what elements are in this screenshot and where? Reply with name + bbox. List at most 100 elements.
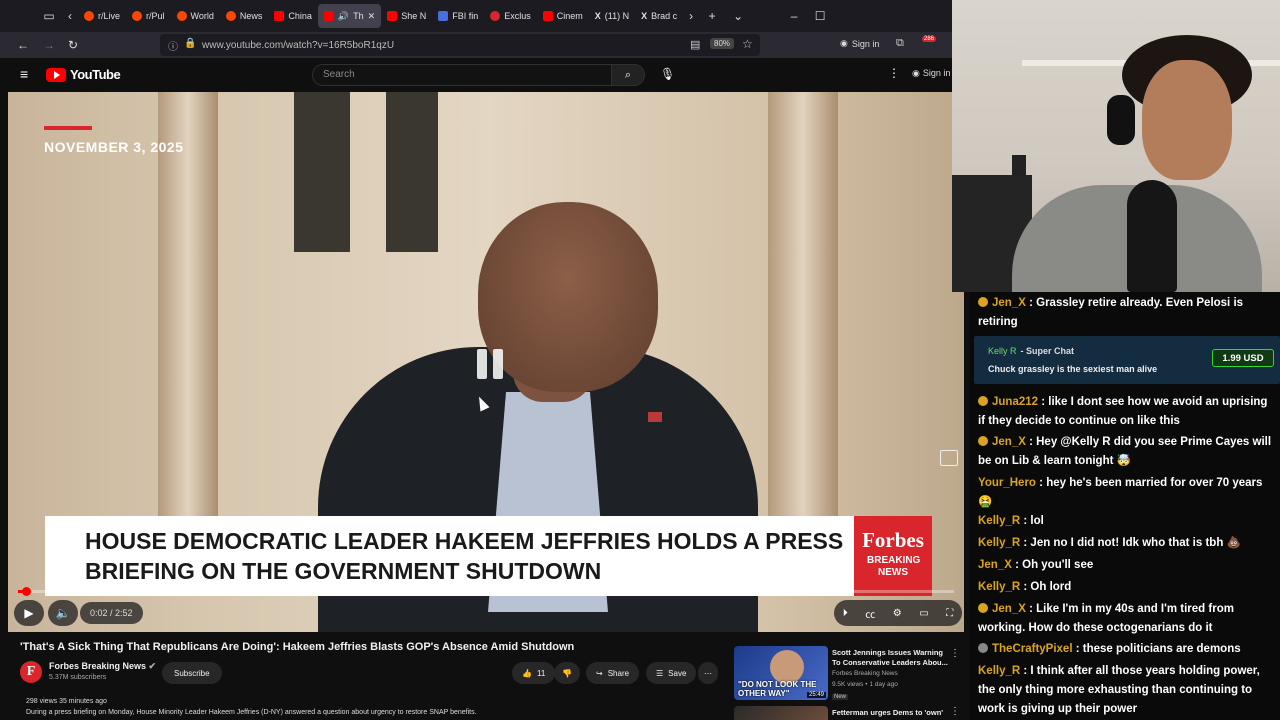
notification-count-badge[interactable]: 286 xyxy=(922,36,937,42)
reload-icon[interactable]: ↻ xyxy=(60,33,86,57)
tab-china[interactable]: China xyxy=(268,4,318,28)
youtube-header: ≡ YouTube Search ⌕ 🎙 ⋮ ◉ Sign in xyxy=(0,58,952,92)
tab-reddit-pul[interactable]: r/Pul xyxy=(126,4,171,28)
chat-message: Jen_X : Like I'm in my 40s and I'm tired… xyxy=(978,603,1234,634)
youtube-logo[interactable]: YouTube xyxy=(46,67,121,82)
streamer-webcam xyxy=(952,0,1280,292)
tab-she-n[interactable]: She N xyxy=(381,4,432,28)
channel-name[interactable]: Forbes Breaking News ✔ xyxy=(49,661,156,672)
tab-world[interactable]: World xyxy=(171,4,220,28)
more-options-icon[interactable]: ⋮ xyxy=(950,648,960,659)
save-button[interactable]: ☰ Save xyxy=(646,662,697,684)
recommendation-title[interactable]: Scott Jennings Issues Warning To Conserv… xyxy=(832,648,948,668)
autoplay-toggle-icon[interactable]: ⏵ xyxy=(843,608,848,619)
close-tab-icon[interactable]: ✕ xyxy=(368,11,376,22)
channel-avatar[interactable]: F xyxy=(20,661,42,683)
more-horizontal-icon: ⋯ xyxy=(704,668,712,678)
microphone-icon[interactable]: 🎙 xyxy=(660,67,675,81)
progress-bar[interactable] xyxy=(18,590,954,593)
tab-current-video[interactable]: 🔊 Th ✕ xyxy=(317,4,382,28)
chat-message: Jen_X : Hey @Kelly R did you see Prime C… xyxy=(978,436,1272,467)
chat-message: Juna212 : like I dont see how we avoid a… xyxy=(978,396,1268,427)
tab-reddit-live[interactable]: r/Live xyxy=(78,4,126,28)
headphones xyxy=(1107,95,1135,145)
youtube-sign-in-button[interactable]: ◉ Sign in xyxy=(912,68,950,79)
reader-view-icon[interactable]: ▤ xyxy=(690,38,700,51)
time-display: 0:02 / 2:52 xyxy=(80,602,143,624)
back-icon[interactable]: ← xyxy=(10,33,36,57)
tab-cinem[interactable]: Cinem xyxy=(537,4,589,28)
recommendation-card[interactable]: "DO NOT LOOK THE OTHER WAY" 25:49 Scott … xyxy=(734,646,964,702)
subtitles-icon[interactable]: ㏄ xyxy=(865,606,875,621)
extensions-icon[interactable]: ⧉ xyxy=(896,37,904,50)
video-player[interactable]: NOVEMBER 3, 2025 HOUSE DEMOCRATIC LEADER… xyxy=(8,92,964,632)
video-description[interactable]: During a press briefing on Monday, House… xyxy=(26,709,477,716)
hamburger-menu-icon[interactable]: ≡ xyxy=(20,66,28,82)
subscriber-count: 5.37M subscribers xyxy=(49,674,107,681)
list-tabs-icon[interactable]: ⌄ xyxy=(725,4,751,28)
recommendation-thumbnail[interactable]: "DO NOT LOOK THE OTHER WAY" 25:49 xyxy=(734,646,828,700)
chat-message: Kelly_R : Jen no I did not! Idk who that… xyxy=(978,537,1241,549)
tab-x-2[interactable]: X Brad c xyxy=(635,4,683,28)
member-badge-icon xyxy=(978,297,988,307)
share-button[interactable]: ↪ Share xyxy=(586,662,640,684)
forward-icon[interactable]: → xyxy=(36,33,62,57)
bookmark-star-icon[interactable]: ☆ xyxy=(742,37,753,51)
reddit-icon xyxy=(84,11,94,21)
video-duration: 25:49 xyxy=(806,692,826,698)
tab-scroll-left-icon[interactable]: ‹ xyxy=(62,4,78,28)
minimize-icon[interactable]: – xyxy=(781,4,807,28)
thumbs-up-icon: 👍 xyxy=(522,668,532,678)
lower-third-headline: HOUSE DEMOCRATIC LEADER HAKEEM JEFFRIES … xyxy=(85,528,844,584)
mute-button[interactable]: 🔈 xyxy=(48,600,78,626)
new-tab-icon[interactable]: + xyxy=(699,4,725,28)
streamer-face xyxy=(1142,60,1232,180)
search-button[interactable]: ⌕ xyxy=(611,64,645,86)
tab-news[interactable]: News xyxy=(220,4,269,28)
more-actions-button[interactable]: ⋯ xyxy=(698,662,718,684)
thumbnail-face xyxy=(770,650,804,684)
views-and-time: 298 views 35 minutes ago xyxy=(26,698,107,705)
more-options-icon[interactable]: ⋮ xyxy=(950,706,960,717)
more-options-icon[interactable]: ⋮ xyxy=(888,66,900,80)
dislike-button[interactable]: 👎 xyxy=(554,662,580,684)
settings-gear-icon[interactable]: ⚙ xyxy=(893,608,902,619)
like-button[interactable]: 👍 11 xyxy=(512,662,556,684)
background-pillar xyxy=(158,92,218,522)
recommendation-thumbnail[interactable] xyxy=(734,706,828,720)
recommendation-card[interactable]: Fetterman urges Dems to 'own' ⋮ xyxy=(734,706,964,720)
zoom-level[interactable]: 80% xyxy=(710,38,735,49)
fullscreen-icon[interactable]: ⛶ xyxy=(946,608,953,619)
verified-icon: ✔ xyxy=(148,661,157,671)
browser-sign-in-button[interactable]: ◉ Sign in xyxy=(840,38,879,49)
member-badge-icon xyxy=(978,643,988,653)
tab-overview-icon[interactable]: ▭ xyxy=(36,4,62,28)
address-bar[interactable]: ⓘ 🔒 www.youtube.com/watch?v=16R5boR1qzU xyxy=(160,34,760,56)
play-icon: ▶ xyxy=(24,606,34,620)
play-button[interactable]: ▶ xyxy=(14,600,44,626)
video-title: 'That's A Sick Thing That Republicans Ar… xyxy=(20,641,575,653)
new-badge: New xyxy=(832,694,849,700)
search-input[interactable]: Search xyxy=(312,64,612,86)
tab-fbi[interactable]: FBI fin xyxy=(432,4,484,28)
search-icon: ⌕ xyxy=(624,68,632,81)
progress-scrubber[interactable] xyxy=(22,587,31,596)
subscribe-button[interactable]: Subscribe xyxy=(162,662,222,684)
lock-icon: 🔒 xyxy=(184,38,197,49)
recommendation-title[interactable]: Fetterman urges Dems to 'own' xyxy=(832,708,943,717)
maximize-icon[interactable]: ☐ xyxy=(807,4,833,28)
speaker-icon[interactable]: 🔊 xyxy=(338,11,349,22)
chat-message: Kelly_R : Oh lord xyxy=(978,581,1072,593)
recommendation-channel[interactable]: Forbes Breaking News xyxy=(832,670,898,677)
miniplayer-icon[interactable] xyxy=(940,450,958,466)
tab-x-1[interactable]: X (11) N xyxy=(589,4,635,28)
chat-message: Kelly_R : lol xyxy=(978,515,1044,527)
theater-mode-icon[interactable]: ▭ xyxy=(919,608,928,619)
right-controls: ⏵ ㏄ ⚙ ▭ ⛶ xyxy=(834,600,962,626)
tab-exclus[interactable]: Exclus xyxy=(484,4,537,28)
tab-scroll-right-icon[interactable]: › xyxy=(683,4,699,28)
pause-icon[interactable] xyxy=(474,346,506,382)
volume-icon: 🔈 xyxy=(55,606,71,620)
account-icon: ◉ xyxy=(912,68,920,78)
site-info-icon[interactable]: ⓘ xyxy=(168,38,178,53)
